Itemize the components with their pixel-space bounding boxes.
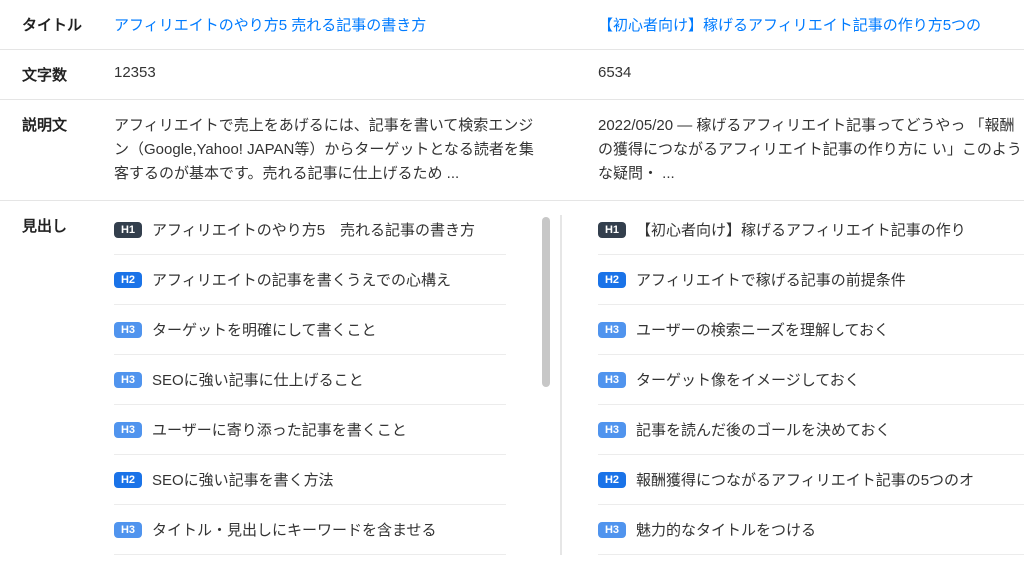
- heading-text: ユーザーの検索ニーズを理解しておく: [636, 319, 889, 340]
- heading-item: H3 ターゲット像をイメージしておく: [598, 355, 1024, 405]
- col2-headings-list: H1 【初心者向け】稼げるアフィリエイト記事の作り H2 アフィリエイトで稼げる記事の…: [598, 215, 1024, 555]
- heading-text: ターゲット像をイメージしておく: [636, 369, 860, 390]
- heading-text: ターゲットを明確にして書くこと: [152, 319, 377, 340]
- row-label-description: 説明文: [0, 114, 100, 186]
- row-headings: 見出し H1 アフィリエイトのやり方5 売れる記事の書き方 H2 アフィリエイトの記事…: [0, 200, 1024, 555]
- heading-badge-h3: H3: [598, 422, 626, 438]
- col1-title-link[interactable]: アフィリエイトのやり方5 売れる記事の書き方: [114, 14, 540, 35]
- heading-badge-h3: H3: [598, 522, 626, 538]
- heading-text: 魅力的なタイトルをつける: [636, 519, 816, 540]
- heading-item: H3 タイトル・見出しにキーワードを含ませる: [114, 505, 506, 555]
- heading-badge-h3: H3: [114, 372, 142, 388]
- col2-headings-cell[interactable]: H1 【初心者向け】稼げるアフィリエイト記事の作り H2 アフィリエイトで稼げる記事の…: [562, 215, 1024, 555]
- row-label-headings: 見出し: [0, 215, 100, 555]
- row-description: 説明文 アフィリエイトで売上をあげるには、記事を書いて検索エンジン（Google…: [0, 99, 1024, 201]
- heading-text: アフィリエイトで稼げる記事の前提条件: [636, 269, 906, 290]
- heading-badge-h1: H1: [114, 222, 142, 238]
- heading-item: H2 SEOに強い記事を書く方法: [114, 455, 506, 505]
- heading-text: 記事を読んだ後のゴールを決めておく: [636, 419, 891, 440]
- comparison-table: タイトル アフィリエイトのやり方5 売れる記事の書き方 【初心者向け】稼げるアフ…: [0, 0, 1024, 555]
- heading-badge-h1: H1: [598, 222, 626, 238]
- heading-item: H3 記事を読んだ後のゴールを決めておく: [598, 405, 1024, 455]
- col1-description: アフィリエイトで売上をあげるには、記事を書いて検索エンジン（Google,Yah…: [100, 114, 562, 186]
- heading-text: SEOに強い記事に仕上げること: [152, 369, 364, 390]
- col1-title-cell: アフィリエイトのやり方5 売れる記事の書き方: [100, 14, 562, 35]
- heading-badge-h3: H3: [598, 322, 626, 338]
- row-title: タイトル アフィリエイトのやり方5 売れる記事の書き方 【初心者向け】稼げるアフ…: [0, 0, 1024, 50]
- heading-item: H2 アフィリエイトで稼げる記事の前提条件: [598, 255, 1024, 305]
- heading-text: 【初心者向け】稼げるアフィリエイト記事の作り: [636, 219, 966, 240]
- heading-text: アフィリエイトのやり方5 売れる記事の書き方: [152, 219, 475, 240]
- row-label-char-count: 文字数: [0, 64, 100, 85]
- heading-item: H1 【初心者向け】稼げるアフィリエイト記事の作り: [598, 215, 1024, 255]
- heading-badge-h3: H3: [114, 422, 142, 438]
- heading-text: 報酬獲得につながるアフィリエイト記事の5つのオ: [636, 469, 974, 490]
- heading-badge-h3: H3: [598, 372, 626, 388]
- heading-item: H3 ユーザーに寄り添った記事を書くこと: [114, 405, 506, 455]
- heading-text: タイトル・見出しにキーワードを含ませる: [152, 519, 437, 540]
- heading-item: H3 魅力的なタイトルをつける: [598, 505, 1024, 555]
- row-char-count: 文字数 12353 6534: [0, 49, 1024, 100]
- col2-char-count: 6534: [562, 64, 1024, 85]
- heading-item: H2 報酬獲得につながるアフィリエイト記事の5つのオ: [598, 455, 1024, 505]
- heading-text: ユーザーに寄り添った記事を書くこと: [152, 419, 407, 440]
- col1-char-count: 12353: [100, 64, 562, 85]
- heading-item: H3 ターゲットを明確にして書くこと: [114, 305, 506, 355]
- col1-headings-list: H1 アフィリエイトのやり方5 売れる記事の書き方 H2 アフィリエイトの記事を書くう…: [114, 215, 538, 555]
- heading-badge-h2: H2: [114, 272, 142, 288]
- heading-item: H2 アフィリエイトの記事を書くうえでの心構え: [114, 255, 506, 305]
- heading-badge-h3: H3: [114, 322, 142, 338]
- col2-title-cell: 【初心者向け】稼げるアフィリエイト記事の作り方5つの: [562, 14, 1024, 35]
- heading-badge-h2: H2: [598, 472, 626, 488]
- heading-text: SEOに強い記事を書く方法: [152, 469, 334, 490]
- heading-item: H1 アフィリエイトのやり方5 売れる記事の書き方: [114, 215, 506, 255]
- heading-badge-h2: H2: [114, 472, 142, 488]
- heading-badge-h2: H2: [598, 272, 626, 288]
- heading-text: アフィリエイトの記事を書くうえでの心構え: [152, 269, 451, 290]
- col2-description: 2022/05/20 — 稼げるアフィリエイト記事ってどうやっ 「報酬の獲得につ…: [562, 114, 1024, 186]
- heading-item: H3 ユーザーの検索ニーズを理解しておく: [598, 305, 1024, 355]
- row-label-title: タイトル: [0, 14, 100, 35]
- col1-headings-cell[interactable]: H1 アフィリエイトのやり方5 売れる記事の書き方 H2 アフィリエイトの記事を書くう…: [100, 215, 562, 555]
- heading-badge-h3: H3: [114, 522, 142, 538]
- col2-title-link[interactable]: 【初心者向け】稼げるアフィリエイト記事の作り方5つの: [598, 14, 1024, 35]
- heading-item: H3 SEOに強い記事に仕上げること: [114, 355, 506, 405]
